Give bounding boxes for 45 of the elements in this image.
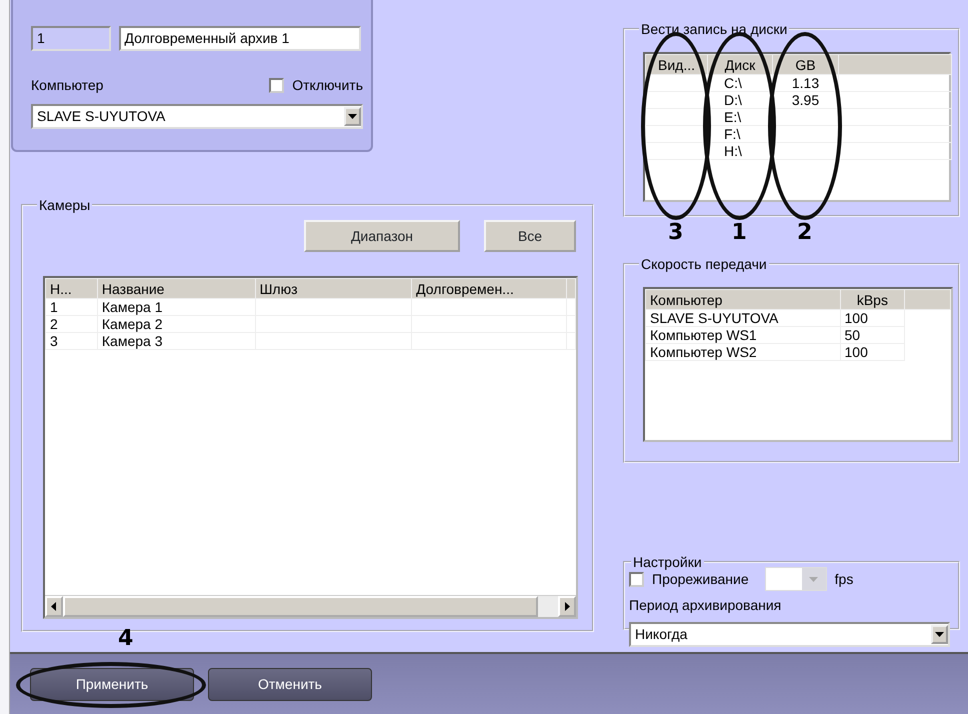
computer-label: Компьютер	[31, 76, 104, 95]
table-cell: 1.13	[772, 74, 838, 92]
period-dropdown[interactable]: Никогда	[629, 622, 950, 647]
annotation-number: 4	[118, 628, 134, 650]
annotation-number: 2	[797, 222, 812, 244]
footer-button[interactable]: Отменить	[208, 668, 372, 701]
table-cell: 2	[46, 316, 98, 332]
table-cell: 100	[840, 310, 905, 326]
unit-label: fps	[834, 570, 854, 589]
column-header[interactable]: Название	[97, 278, 256, 298]
table-cell: 3	[46, 332, 98, 350]
table-cell: H:\	[708, 142, 772, 160]
column-header[interactable]: Н...	[46, 278, 98, 298]
group-title: Камеры	[38, 198, 92, 212]
camera-button[interactable]: Все	[484, 220, 576, 252]
footer-button[interactable]: Применить	[30, 668, 194, 701]
table-cell: Компьютер WS1	[646, 326, 840, 344]
column-header[interactable]: Шлюз	[255, 278, 412, 298]
group-title: Скорость передачи	[640, 257, 768, 271]
column-header[interactable]: kBps	[840, 290, 905, 310]
scroll-left-icon[interactable]	[45, 596, 63, 617]
checkbox-label: Прореживание	[652, 570, 749, 589]
table-cell: 1	[46, 298, 98, 316]
computer-dropdown[interactable]: SLAVE S-UYUTOVA	[31, 104, 363, 129]
camera-button[interactable]: Диапазон	[304, 220, 460, 252]
column-header[interactable]: Долговремен...	[412, 278, 566, 298]
scroll-right-icon[interactable]	[558, 596, 576, 617]
table-cell: SLAVE S-UYUTOVA	[646, 310, 840, 326]
table-cell: 50	[840, 326, 905, 344]
group-title: Настройки	[632, 555, 703, 569]
number-field[interactable]: 1	[31, 26, 111, 51]
column-header[interactable]: Компьютер	[646, 290, 840, 310]
annotation-number: 1	[732, 222, 747, 244]
checkbox[interactable]	[269, 78, 284, 93]
table-cell: Камера 1	[97, 298, 256, 316]
annotation-number: 3	[668, 222, 684, 244]
table-cell: Камера 2	[97, 316, 256, 332]
checkbox-label: Отключить	[292, 76, 363, 95]
table-cell: C:\	[708, 74, 772, 92]
name-field[interactable]: Долговременный архив 1	[118, 26, 361, 51]
table-cell: Компьютер WS2	[646, 344, 840, 360]
period-label: Период архивирования	[629, 596, 782, 615]
table-cell: Камера 3	[97, 332, 256, 350]
checkbox[interactable]	[629, 572, 644, 586]
table-cell: 100	[840, 344, 905, 360]
